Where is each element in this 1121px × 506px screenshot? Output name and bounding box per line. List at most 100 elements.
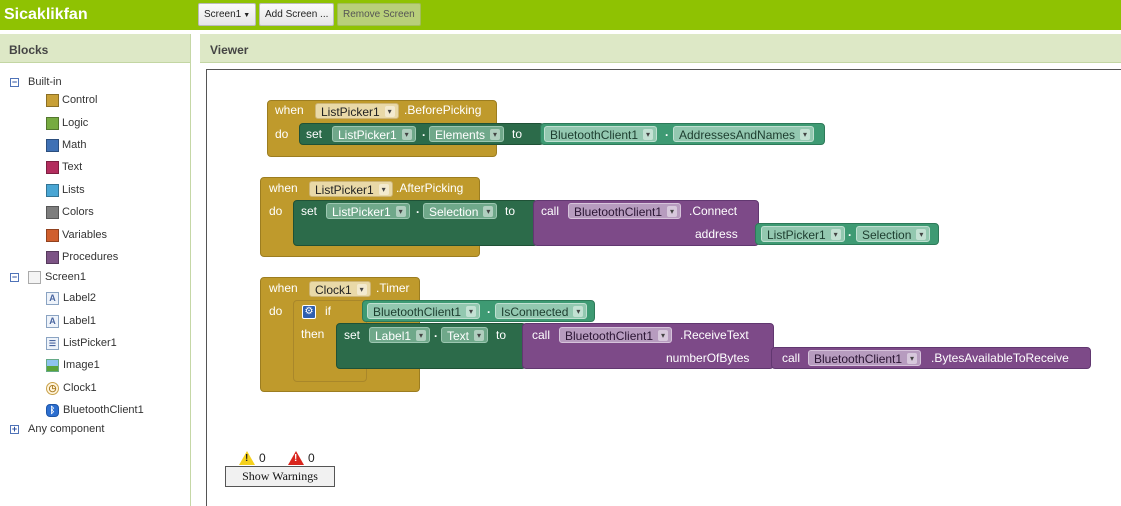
error-count: 0 <box>308 451 315 465</box>
math-swatch-icon <box>46 138 59 152</box>
clock-icon: ◷ <box>46 381 59 395</box>
inner-call-component-dropdown[interactable]: BluetoothClient1 <box>808 350 922 366</box>
set-keyword: set <box>301 204 318 218</box>
set-component-dropdown[interactable]: ListPicker1 <box>332 126 416 142</box>
getter-component-dropdown[interactable]: BluetoothClient1 <box>367 303 481 319</box>
param-label: numberOfBytes <box>666 351 750 365</box>
to-keyword: to <box>496 328 507 342</box>
if-keyword: if <box>325 304 331 318</box>
remove-screen-button[interactable]: Remove Screen <box>337 3 421 26</box>
drawer-label: Lists <box>62 184 85 196</box>
gear-icon[interactable]: ⚙ <box>302 305 316 319</box>
bluetooth-icon: ᛒ <box>46 403 59 417</box>
expand-icon[interactable]: + <box>10 424 19 434</box>
dot-separator: . <box>848 225 852 239</box>
component-label: Label1 <box>63 315 97 327</box>
param-label: address <box>695 227 738 241</box>
tree-builtin[interactable]: − Built-in <box>10 72 62 92</box>
drawer-label: Math <box>62 139 87 151</box>
then-keyword: then <box>301 327 325 341</box>
getter-property-dropdown[interactable]: AddressesAndNames <box>673 126 815 142</box>
when-keyword: when <box>269 281 298 295</box>
blocks-panel-header: Blocks <box>0 34 190 63</box>
component-dropdown[interactable]: ListPicker1 <box>309 181 393 197</box>
component-label: Label2 <box>63 292 97 304</box>
drawer-variables[interactable]: Variables <box>46 225 107 245</box>
drawer-label: Text <box>62 161 83 173</box>
to-keyword: to <box>505 204 516 218</box>
component-dropdown[interactable]: Clock1 <box>309 281 371 297</box>
set-component-dropdown[interactable]: Label1 <box>369 327 431 343</box>
component-label2[interactable]: A Label2 <box>46 288 96 308</box>
warning-count: 0 <box>259 451 266 465</box>
do-keyword: do <box>269 204 283 218</box>
getter-component-dropdown[interactable]: ListPicker1 <box>761 226 845 242</box>
component-listpicker1[interactable]: ☰ ListPicker1 <box>46 333 117 353</box>
drawer-text[interactable]: Text <box>46 157 82 177</box>
component-clock1[interactable]: ◷ Clock1 <box>46 378 97 398</box>
colors-swatch-icon <box>46 205 59 219</box>
top-bar: Sicaklikfan Screen1 ▼ Add Screen ... Remo… <box>0 0 1121 30</box>
component-label1[interactable]: A Label1 <box>46 311 96 331</box>
event-name: .Timer <box>376 281 410 295</box>
when-keyword: when <box>269 181 298 195</box>
getter-property-dropdown[interactable]: Selection <box>856 226 931 242</box>
drawer-control[interactable]: Control <box>46 90 97 110</box>
component-label: Clock1 <box>63 382 97 394</box>
drawer-label: Control <box>62 94 98 106</box>
image-icon <box>46 358 59 372</box>
dot-separator: . <box>416 202 420 216</box>
show-warnings-button[interactable]: Show Warnings <box>225 466 335 487</box>
when-keyword: when <box>275 103 304 117</box>
drawer-label: Procedures <box>62 251 119 263</box>
label-icon: A <box>46 314 59 328</box>
getter-component-dropdown[interactable]: BluetoothClient1 <box>544 126 658 142</box>
screen-select-dropdown[interactable]: Screen1 ▼ <box>198 3 257 26</box>
call-keyword: call <box>541 204 560 218</box>
dot-separator: . <box>665 125 669 139</box>
set-keyword: set <box>306 127 323 141</box>
error-icon <box>288 451 304 465</box>
drawer-logic[interactable]: Logic <box>46 113 88 133</box>
component-label: ListPicker1 <box>63 337 117 349</box>
getter-property-dropdown[interactable]: IsConnected <box>495 303 588 319</box>
event-name: .BeforePicking <box>404 103 482 117</box>
set-component-dropdown[interactable]: ListPicker1 <box>326 203 410 219</box>
variables-swatch-icon <box>46 228 59 242</box>
text-swatch-icon <box>46 160 59 174</box>
drawer-label: Colors <box>62 206 94 218</box>
set-property-dropdown[interactable]: Selection <box>423 203 498 219</box>
collapse-icon[interactable]: − <box>10 77 19 87</box>
dot-separator: . <box>434 326 438 340</box>
drawer-colors[interactable]: Colors <box>46 202 94 222</box>
drawer-math[interactable]: Math <box>46 135 86 155</box>
drawer-procedures[interactable]: Procedures <box>46 247 118 267</box>
component-image1[interactable]: Image1 <box>46 355 100 375</box>
dot-separator: . <box>422 125 426 139</box>
do-keyword: do <box>269 304 283 318</box>
drawer-lists[interactable]: Lists <box>46 180 85 200</box>
call-component-dropdown[interactable]: BluetoothClient1 <box>568 203 682 219</box>
set-property-dropdown[interactable]: Text <box>441 327 489 343</box>
to-keyword: to <box>512 127 523 141</box>
screen-select-label: Screen1 <box>204 9 242 20</box>
component-dropdown[interactable]: ListPicker1 <box>315 103 399 119</box>
method-name: .BytesAvailableToReceive <box>931 351 1069 365</box>
event-name: .AfterPicking <box>396 181 464 195</box>
set-property-dropdown[interactable]: Elements <box>429 126 505 142</box>
add-screen-button[interactable]: Add Screen ... <box>259 3 335 26</box>
blocks-workspace[interactable]: when ListPicker1 .BeforePicking do set L… <box>206 69 1121 506</box>
method-name: .ReceiveText <box>680 328 749 342</box>
panel-splitter[interactable] <box>191 34 199 506</box>
collapse-icon[interactable]: − <box>10 272 19 282</box>
do-keyword: do <box>275 127 289 141</box>
builtin-label: Built-in <box>28 76 62 88</box>
warning-counter: 0 <box>239 451 266 465</box>
tree-screen1[interactable]: − Screen1 <box>10 267 86 287</box>
warning-icon <box>239 451 255 465</box>
component-bluetoothclient1[interactable]: ᛒ BluetoothClient1 <box>46 400 144 420</box>
call-keyword: call <box>782 351 801 365</box>
tree-any-component[interactable]: + Any component <box>10 419 104 439</box>
lists-swatch-icon <box>46 183 59 197</box>
call-component-dropdown[interactable]: BluetoothClient1 <box>559 327 673 343</box>
